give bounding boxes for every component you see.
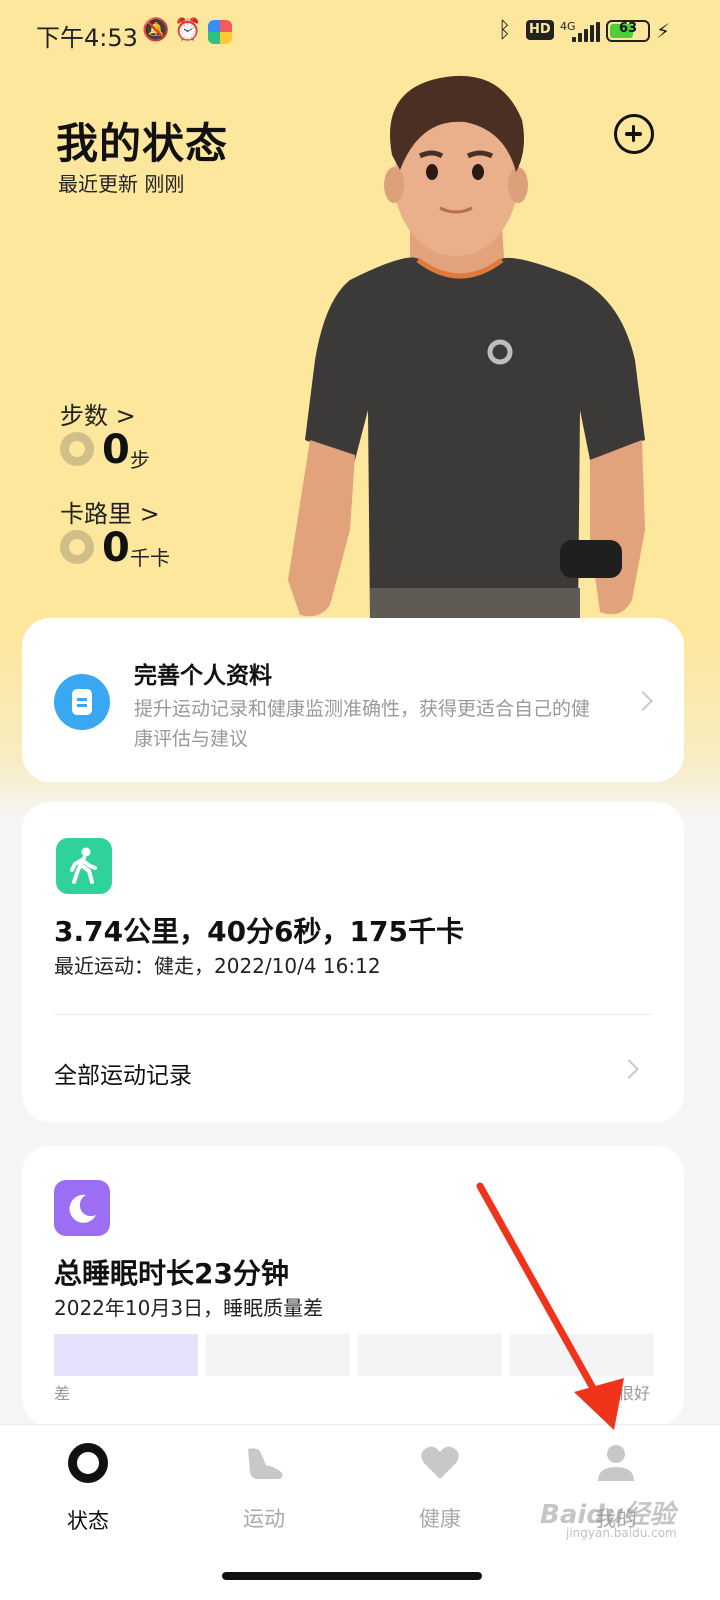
chevron-right-icon [619, 1059, 639, 1079]
sport-card[interactable]: 3.74公里，40分6秒，175千卡 最近运动：健走，2022/10/4 16:… [22, 802, 684, 1122]
steps-value: 0 [102, 427, 130, 473]
avatar-illustration [288, 75, 645, 620]
divider [54, 1014, 652, 1015]
tab-health[interactable]: 健康 [380, 1441, 500, 1533]
sleep-quality-segment [54, 1334, 198, 1376]
calories-value: 0 [102, 525, 130, 571]
sleep-scale-high: 很好 [618, 1384, 651, 1403]
sleep-title: 总睡眠时长23分钟 [54, 1257, 289, 1290]
page-title: 我的状态 [56, 119, 229, 168]
tab-sport[interactable]: 运动 [204, 1441, 324, 1533]
person-icon [594, 1441, 638, 1485]
bluetooth-icon: ᛒ [498, 18, 512, 43]
sleep-subtitle: 2022年10月3日，睡眠质量差 [54, 1296, 324, 1320]
profile-card-description: 提升运动记录和健康监测准确性，获得更适合自己的健康评估与建议 [134, 698, 591, 750]
tab-label: 运动 [243, 1507, 285, 1531]
moon-icon [54, 1180, 110, 1236]
shoe-icon [242, 1441, 286, 1485]
signal-icon [572, 22, 602, 42]
calories-link[interactable]: 卡路里 > [60, 494, 160, 529]
walk-icon [56, 838, 112, 894]
hd-icon: HD [526, 20, 554, 40]
status-ring-icon [66, 1443, 110, 1487]
calories-ring-icon [60, 530, 94, 564]
calories-unit: 千卡 [130, 546, 170, 570]
sleep-scale-low: 差 [54, 1384, 71, 1403]
last-updated: 最近更新 刚刚 [58, 172, 185, 196]
battery-level: 63 [618, 21, 638, 36]
steps-unit: 步 [130, 448, 150, 472]
sleep-quality-segment [358, 1334, 502, 1376]
battery-icon: 63 [606, 20, 650, 42]
heart-icon [418, 1441, 462, 1485]
all-records-link[interactable]: 全部运动记录 [54, 1056, 192, 1090]
profile-card[interactable]: 完善个人资料 提升运动记录和健康监测准确性，获得更适合自己的健康评估与建议 [22, 618, 684, 782]
status-bar: 下午4:53 🔕 ⏰ ᛒ HD 4G 63 ⚡ [0, 0, 720, 64]
tab-label: 状态 [67, 1509, 109, 1533]
status-time: 下午4:53 [36, 24, 138, 52]
sport-summary: 3.74公里，40分6秒，175千卡 [54, 915, 464, 948]
alarm-icon: ⏰ [174, 18, 202, 43]
charging-icon: ⚡ [656, 19, 671, 43]
tab-label: 健康 [419, 1507, 461, 1531]
bell-muted-icon: 🔕 [142, 18, 170, 43]
profile-doc-icon [54, 674, 110, 730]
app-notification-icon [208, 20, 232, 44]
steps-ring-icon [60, 432, 94, 466]
sleep-card[interactable]: 总睡眠时长23分钟 2022年10月3日，睡眠质量差 差 很好 [22, 1146, 684, 1426]
tab-status[interactable]: 状态 [28, 1441, 148, 1535]
home-indicator[interactable] [222, 1572, 482, 1580]
profile-card-title: 完善个人资料 [134, 663, 272, 689]
sleep-quality-segment [510, 1334, 654, 1376]
steps-link[interactable]: 步数 > [60, 396, 136, 431]
sleep-quality-segment [206, 1334, 350, 1376]
chevron-right-icon [633, 691, 653, 711]
sport-recent: 最近运动：健走，2022/10/4 16:12 [54, 954, 381, 978]
watermark-url: jingyan.baidu.com [566, 1526, 677, 1540]
